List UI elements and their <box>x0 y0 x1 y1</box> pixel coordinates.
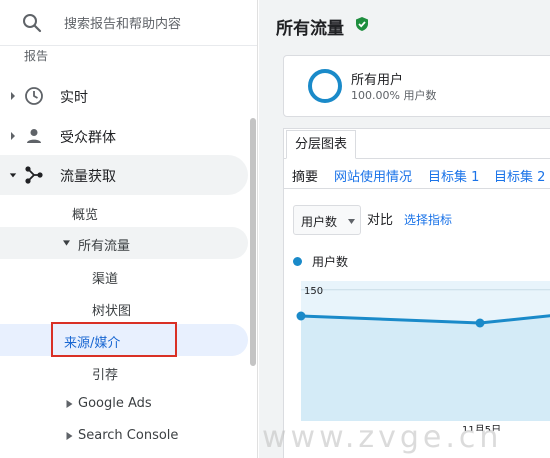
sidebar: 搜索报告和帮助内容 报告 实时 受众群体 流量获取 概览 所有流量 渠道 树状图… <box>0 0 258 458</box>
data-point <box>296 311 306 321</box>
acquisition-icon <box>25 166 43 184</box>
caret-right-icon <box>11 92 15 100</box>
segment-percent: 100.00% 用户数 <box>351 89 437 102</box>
nav-subitem-treemaps[interactable]: 树状图 <box>0 292 248 324</box>
nav-subitem-label: Google Ads <box>78 396 152 411</box>
sidebar-scrollbar-thumb[interactable] <box>250 118 256 366</box>
subtab-bar: 摘要 网站使用情况 目标集 1 目标集 2 <box>284 159 550 189</box>
vs-label: 对比 <box>367 213 394 228</box>
chart-area: 用户数 对比 选择指标 用户数 15010050…11月5日 <box>284 189 550 458</box>
tab-explorer[interactable]: 分层图表 <box>286 130 357 159</box>
caret-right-icon <box>11 132 15 140</box>
caret-right-icon <box>66 432 73 440</box>
tab-strip: 分层图表 <box>284 129 550 159</box>
y-tick-label: 150 <box>304 286 323 297</box>
subtab-goal-set-2[interactable]: 目标集 2 <box>494 166 545 185</box>
nav-item-audience[interactable]: 受众群体 <box>0 116 248 156</box>
report-panel: 分层图表 摘要 网站使用情况 目标集 1 目标集 2 用户数 对比 选择指标 用… <box>283 128 550 458</box>
nav-item-label: 受众群体 <box>60 130 116 146</box>
nav-subitem-label: 概览 <box>72 208 99 223</box>
search-bar[interactable]: 搜索报告和帮助内容 <box>0 0 257 46</box>
nav-item-realtime[interactable]: 实时 <box>0 76 248 116</box>
nav-subitem-label: 引荐 <box>92 368 119 383</box>
page-title: 所有流量 <box>276 19 344 39</box>
nav-subitem-label: 所有流量 <box>78 239 131 254</box>
caret-down-icon <box>9 173 17 178</box>
nav-subitem-all-traffic[interactable]: 所有流量 <box>0 227 248 259</box>
metric-select-value: 用户数 <box>301 215 338 229</box>
subtab-site-usage[interactable]: 网站使用情况 <box>334 166 412 185</box>
segment-ring-icon <box>308 69 342 103</box>
nav-subitem-overview[interactable]: 概览 <box>0 196 248 228</box>
nav-subitem-label: 渠道 <box>92 272 119 287</box>
nav-item-acquisition[interactable]: 流量获取 <box>0 155 248 195</box>
subtab-goal-set-1[interactable]: 目标集 1 <box>428 166 479 185</box>
legend-dot-icon <box>293 257 302 266</box>
legend-label: 用户数 <box>312 255 349 269</box>
nav-subitem-google-ads[interactable]: Google Ads <box>0 388 248 420</box>
nav-subitem-label: Search Console <box>78 428 179 443</box>
highlight-box <box>51 322 177 357</box>
nav-subitem-channels[interactable]: 渠道 <box>0 260 248 292</box>
caret-down-icon <box>63 240 70 246</box>
person-icon <box>27 129 41 143</box>
section-label-reports: 报告 <box>24 50 49 62</box>
clock-icon <box>25 87 43 105</box>
search-input[interactable]: 搜索报告和帮助内容 <box>64 13 181 32</box>
nav-item-label: 流量获取 <box>60 169 116 185</box>
segment-card[interactable]: 所有用户 100.00% 用户数 <box>283 55 550 117</box>
search-icon[interactable] <box>22 13 42 33</box>
nav-subitem-label: 树状图 <box>92 304 132 319</box>
nav-subitem-referrals[interactable]: 引荐 <box>0 356 248 388</box>
metric-select[interactable]: 用户数 <box>293 205 361 235</box>
subtab-summary[interactable]: 摘要 <box>292 166 318 185</box>
nav-item-label: 实时 <box>60 90 88 106</box>
main-content: 所有流量 所有用户 100.00% 用户数 分层图表 摘要 网站使用情况 目标集… <box>259 0 550 458</box>
watermark: www.zvge.cn <box>262 420 503 455</box>
data-point <box>475 318 485 328</box>
verified-shield-icon <box>356 17 368 31</box>
segment-name: 所有用户 <box>351 73 404 88</box>
choose-metric-link[interactable]: 选择指标 <box>404 211 452 228</box>
chevron-down-icon <box>348 219 355 224</box>
caret-right-icon <box>66 400 73 408</box>
line-chart: 15010050…11月5日 <box>295 281 550 431</box>
series-area <box>301 315 550 421</box>
nav-subitem-search-console[interactable]: Search Console <box>0 420 248 452</box>
